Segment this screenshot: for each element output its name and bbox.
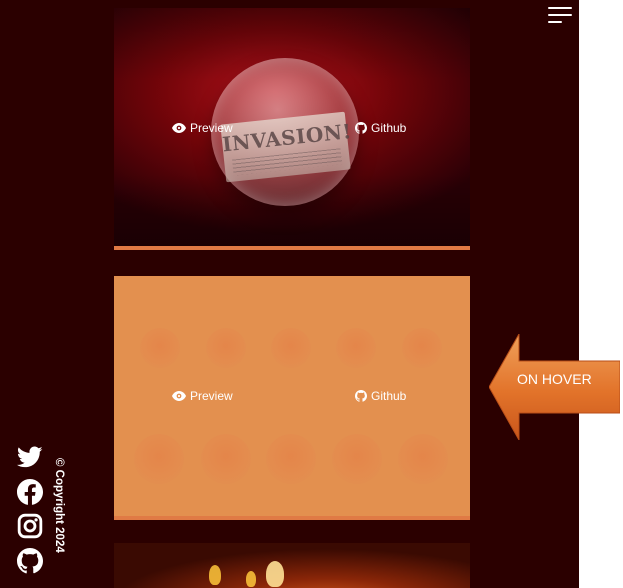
flame-shape xyxy=(209,565,221,585)
github-icon[interactable] xyxy=(17,548,43,574)
github-label: Github xyxy=(371,389,407,403)
preview-label: Preview xyxy=(190,389,233,403)
preview-link[interactable]: Preview xyxy=(172,121,233,135)
decorative-orange-circle xyxy=(206,328,246,368)
preview-link[interactable]: Preview xyxy=(172,389,233,403)
decorative-orange-circle xyxy=(271,328,311,368)
hamburger-menu-icon[interactable] xyxy=(548,6,572,24)
instagram-icon[interactable] xyxy=(17,513,43,539)
decorative-orange-circle xyxy=(332,434,382,484)
twitter-icon[interactable] xyxy=(17,444,43,470)
decorative-orange-circle xyxy=(140,328,180,368)
github-icon xyxy=(355,390,367,402)
hamburger-line xyxy=(548,21,562,23)
project-card-1[interactable]: INVASION! Preview Github xyxy=(114,8,470,250)
decorative-orange-circle xyxy=(336,328,376,368)
decorative-orange-circle xyxy=(201,434,251,484)
decorative-orange-circle xyxy=(398,434,448,484)
flame-shape xyxy=(246,571,256,587)
github-icon xyxy=(355,122,367,134)
project-image-background xyxy=(114,543,470,588)
copyright-text: © Copyright 2024 xyxy=(53,458,65,553)
github-link[interactable]: Github xyxy=(355,389,406,403)
on-hover-label: ON HOVER xyxy=(517,371,592,387)
portfolio-app: INVASION! Preview Github Preview Github … xyxy=(0,0,579,588)
hamburger-line xyxy=(548,7,572,9)
decorative-orange-circle xyxy=(266,434,316,484)
flame-shape xyxy=(266,561,284,587)
eye-icon xyxy=(172,123,186,133)
hamburger-line xyxy=(548,14,572,16)
project-card-2[interactable]: Preview Github xyxy=(114,276,470,520)
decorative-orange-circle xyxy=(402,328,442,368)
on-hover-arrow-icon xyxy=(489,334,620,440)
facebook-icon[interactable] xyxy=(17,479,43,505)
preview-label: Preview xyxy=(190,121,233,135)
github-link[interactable]: Github xyxy=(355,121,406,135)
github-label: Github xyxy=(371,121,407,135)
project-card-3[interactable] xyxy=(114,543,470,588)
eye-icon xyxy=(172,391,186,401)
decorative-orange-circle xyxy=(134,434,184,484)
